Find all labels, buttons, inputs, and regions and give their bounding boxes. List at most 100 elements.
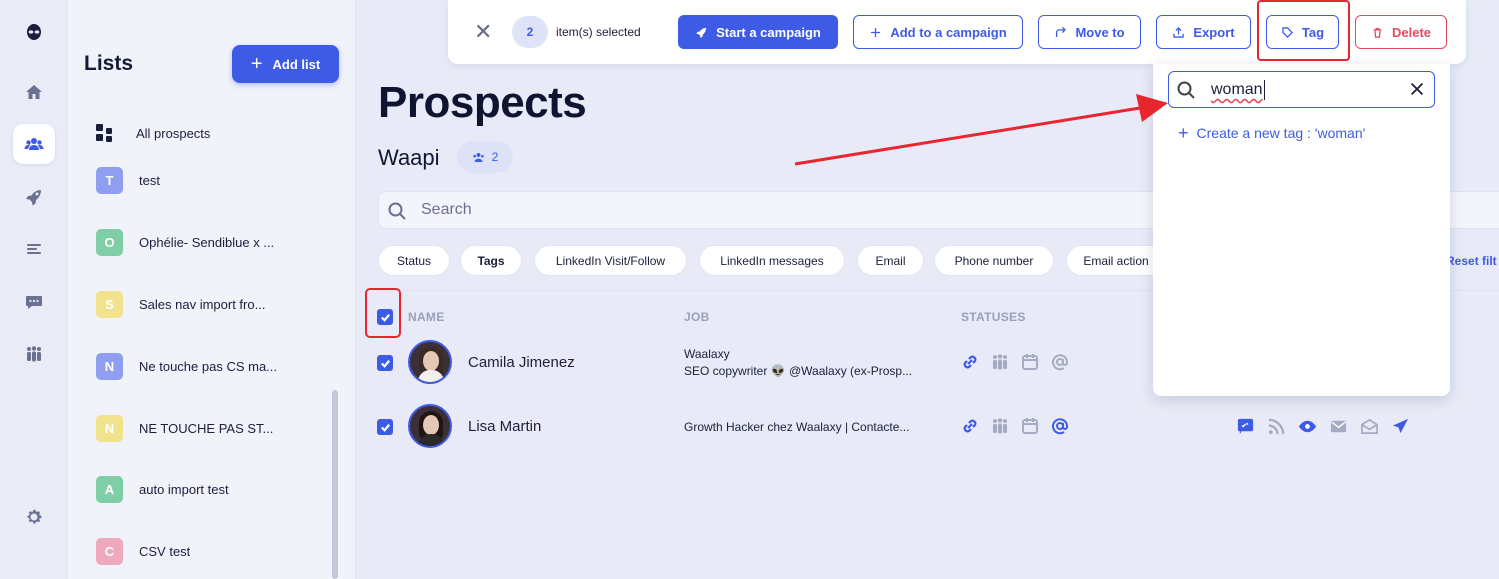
move-to-button[interactable]: Move to [1038, 15, 1141, 49]
lists-scrollbar[interactable] [332, 390, 338, 579]
tag-button[interactable]: Tag [1266, 15, 1339, 49]
at-sign-icon[interactable] [1050, 416, 1070, 436]
plus-icon [871, 27, 881, 37]
filter-chip[interactable]: Email action [1066, 245, 1166, 276]
linkedin-message-icon[interactable] [1236, 417, 1255, 436]
selection-toolbar: ✕ 2 item(s) selected Start a campaign Ad… [448, 0, 1466, 64]
trash-icon [1373, 27, 1382, 38]
list-item[interactable]: Ttest [96, 167, 336, 194]
prospect-name[interactable]: Lisa Martin [468, 418, 541, 435]
lists-panel: Lists + Add list All prospects Ttest O Oph… [68, 0, 356, 579]
list-item[interactable]: Aauto import test [96, 476, 336, 503]
action-icons [1236, 417, 1410, 436]
app-window: Lists + Add list All prospects Ttest O Oph… [0, 0, 1499, 579]
export-icon [1173, 26, 1185, 38]
redo-arrow-icon [1056, 26, 1067, 37]
rocket-icon[interactable] [13, 177, 55, 217]
row-checkbox[interactable] [377, 355, 393, 371]
list-letter-avatar: A [96, 476, 123, 503]
start-campaign-button[interactable]: Start a campaign [678, 15, 838, 49]
plus-icon: + [1178, 123, 1189, 143]
delete-button[interactable]: Delete [1355, 15, 1447, 49]
calendar-icon[interactable] [1020, 352, 1040, 372]
prospect-name[interactable]: Camila Jimenez [468, 354, 575, 371]
all-prospects-item[interactable]: All prospects [96, 124, 210, 142]
create-new-tag-option[interactable]: + Create a new tag : 'woman' [1178, 124, 1365, 142]
prospect-job: Waalaxy SEO copywriter 👽 @Waalaxy (ex-Pr… [684, 346, 912, 380]
list-item[interactable]: N NE TOUCHE PAS ST... [96, 415, 336, 442]
home-icon[interactable] [13, 72, 55, 112]
list-letter-avatar: N [96, 353, 123, 380]
team-icon[interactable] [990, 416, 1010, 436]
job-title: Growth Hacker chez Waalaxy | Contacte... [684, 420, 910, 434]
avatar [408, 340, 452, 384]
list-item[interactable]: C CSV test [96, 538, 336, 565]
team-icon[interactable] [13, 334, 55, 374]
add-list-label: Add list [272, 56, 321, 72]
filter-chip[interactable]: Status [378, 245, 450, 276]
export-button[interactable]: Export [1156, 15, 1251, 49]
clear-icon[interactable] [1408, 80, 1426, 98]
team-icon[interactable] [990, 352, 1010, 372]
column-job[interactable]: JOB [684, 310, 710, 324]
add-to-campaign-button[interactable]: Add to a campaign [853, 15, 1023, 49]
calendar-icon[interactable] [1020, 416, 1040, 436]
status-icons [960, 352, 1070, 372]
search-icon [1177, 81, 1195, 99]
filter-chip[interactable]: Phone number [934, 245, 1054, 276]
selected-count-badge: 2 [512, 16, 548, 48]
filter-chip[interactable]: Email [857, 245, 924, 276]
row-checkbox[interactable] [377, 419, 393, 435]
chat-icon[interactable] [13, 282, 55, 322]
tag-icon [1282, 26, 1293, 38]
envelope-open-icon[interactable] [1360, 417, 1379, 436]
select-all-checkbox[interactable] [377, 309, 393, 325]
page-title: Prospects [378, 78, 587, 127]
selected-count-text: item(s) selected [556, 25, 641, 39]
export-label: Export [1193, 24, 1235, 40]
prospect-job: Growth Hacker chez Waalaxy | Contacte... [684, 419, 909, 436]
close-selection-icon[interactable]: ✕ [474, 20, 492, 44]
sequence-list-icon[interactable] [13, 229, 55, 269]
search-icon [388, 202, 406, 220]
add-list-button[interactable]: + Add list [232, 45, 339, 83]
filter-chip[interactable]: LinkedIn messages [699, 245, 845, 276]
link-icon[interactable] [960, 416, 980, 436]
link-icon[interactable] [960, 352, 980, 372]
plus-icon: + [250, 53, 263, 75]
job-company: Waalaxy [684, 347, 730, 361]
list-item-label: Sales nav import fro... [139, 297, 266, 312]
column-statuses[interactable]: STATUSES [961, 310, 1026, 324]
icon-rail [0, 0, 68, 579]
filter-chip[interactable]: Tags [460, 245, 522, 276]
filter-chip[interactable]: LinkedIn Visit/Follow [534, 245, 687, 276]
rocket-icon [696, 27, 707, 38]
prospects-users-icon[interactable] [13, 124, 55, 164]
create-new-tag-label: Create a new tag : 'woman' [1196, 125, 1366, 141]
tag-search-input[interactable]: woman [1168, 71, 1435, 108]
eye-icon[interactable] [1298, 417, 1317, 436]
list-name: Waapi [378, 145, 440, 170]
reset-filters-link[interactable]: Reset filt [1446, 254, 1497, 268]
column-name[interactable]: NAME [408, 310, 445, 324]
tag-search-value: woman [1211, 81, 1263, 98]
job-title: SEO copywriter 👽 @Waalaxy (ex-Prosp... [684, 364, 913, 378]
tag-dropdown: woman + Create a new tag : 'woman' [1153, 64, 1450, 396]
alien-logo-icon[interactable] [13, 12, 55, 52]
list-item[interactable]: N Ne touche pas CS ma... [96, 353, 336, 380]
search-input[interactable] [421, 196, 1121, 224]
check-icon [380, 313, 390, 322]
lists-title: Lists [84, 52, 134, 75]
member-count: 2 [491, 150, 499, 164]
all-prospects-label: All prospects [136, 125, 211, 141]
send-icon[interactable] [1391, 417, 1410, 436]
text-caret [1264, 80, 1265, 100]
settings-gear-icon[interactable] [13, 497, 55, 537]
list-item-label: Ne touche pas CS ma... [139, 359, 278, 374]
at-sign-icon[interactable] [1050, 352, 1070, 372]
rss-icon[interactable] [1267, 417, 1286, 436]
list-item[interactable]: O Ophélie- Sendiblue x ... [96, 229, 336, 256]
envelope-icon[interactable] [1329, 417, 1348, 436]
avatar [408, 404, 452, 448]
list-item[interactable]: S Sales nav import fro... [96, 291, 336, 318]
